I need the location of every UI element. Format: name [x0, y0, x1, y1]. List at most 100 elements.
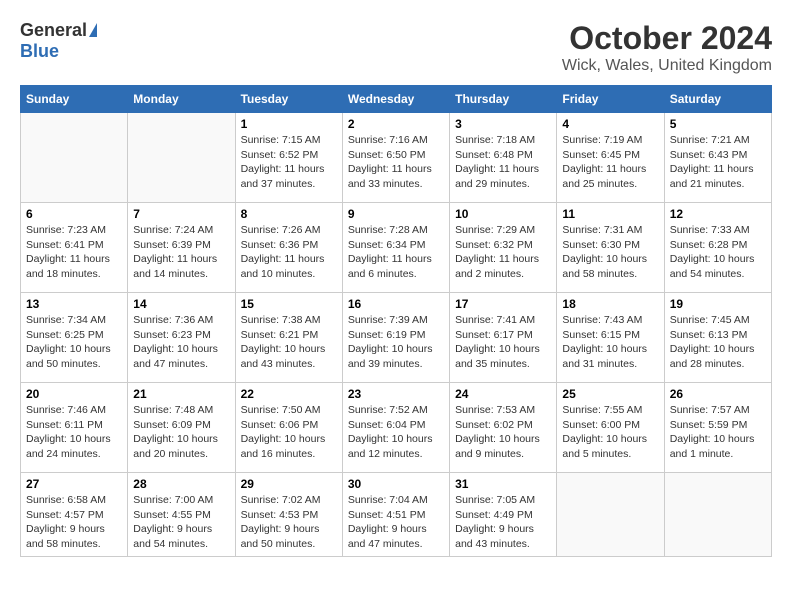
- day-number: 29: [241, 477, 337, 491]
- month-title: October 2024: [562, 20, 772, 57]
- day-info: Sunrise: 7:55 AMSunset: 6:00 PMDaylight:…: [562, 403, 658, 462]
- day-info: Sunrise: 7:39 AMSunset: 6:19 PMDaylight:…: [348, 313, 444, 372]
- calendar-cell: 16 Sunrise: 7:39 AMSunset: 6:19 PMDayligh…: [342, 293, 449, 383]
- day-number: 19: [670, 297, 766, 311]
- calendar-cell: 17 Sunrise: 7:41 AMSunset: 6:17 PMDayligh…: [450, 293, 557, 383]
- day-info: Sunrise: 7:53 AMSunset: 6:02 PMDaylight:…: [455, 403, 551, 462]
- week-row-4: 27 Sunrise: 6:58 AMSunset: 4:57 PMDayligh…: [21, 473, 772, 557]
- day-info: Sunrise: 7:52 AMSunset: 6:04 PMDaylight:…: [348, 403, 444, 462]
- calendar-cell: 12 Sunrise: 7:33 AMSunset: 6:28 PMDayligh…: [664, 203, 771, 293]
- calendar-cell: 25 Sunrise: 7:55 AMSunset: 6:00 PMDayligh…: [557, 383, 664, 473]
- logo-general-text: General: [20, 20, 87, 41]
- day-info: Sunrise: 7:33 AMSunset: 6:28 PMDaylight:…: [670, 223, 766, 282]
- calendar-cell: [21, 113, 128, 203]
- day-number: 13: [26, 297, 122, 311]
- calendar-cell: 19 Sunrise: 7:45 AMSunset: 6:13 PMDayligh…: [664, 293, 771, 383]
- day-number: 22: [241, 387, 337, 401]
- day-info: Sunrise: 7:41 AMSunset: 6:17 PMDaylight:…: [455, 313, 551, 372]
- day-info: Sunrise: 7:24 AMSunset: 6:39 PMDaylight:…: [133, 223, 229, 282]
- day-info: Sunrise: 7:28 AMSunset: 6:34 PMDaylight:…: [348, 223, 444, 282]
- day-info: Sunrise: 7:29 AMSunset: 6:32 PMDaylight:…: [455, 223, 551, 282]
- day-number: 2: [348, 117, 444, 131]
- week-row-0: 1 Sunrise: 7:15 AMSunset: 6:52 PMDaylight…: [21, 113, 772, 203]
- calendar-cell: 24 Sunrise: 7:53 AMSunset: 6:02 PMDayligh…: [450, 383, 557, 473]
- day-info: Sunrise: 7:04 AMSunset: 4:51 PMDaylight:…: [348, 493, 444, 552]
- day-info: Sunrise: 7:46 AMSunset: 6:11 PMDaylight:…: [26, 403, 122, 462]
- calendar-cell: 29 Sunrise: 7:02 AMSunset: 4:53 PMDayligh…: [235, 473, 342, 557]
- calendar-cell: 5Sunrise: 7:21 AMSunset: 6:43 PMDaylight…: [664, 113, 771, 203]
- calendar-cell: 20 Sunrise: 7:46 AMSunset: 6:11 PMDayligh…: [21, 383, 128, 473]
- header-tuesday: Tuesday: [235, 86, 342, 113]
- day-number: 27: [26, 477, 122, 491]
- week-row-3: 20 Sunrise: 7:46 AMSunset: 6:11 PMDayligh…: [21, 383, 772, 473]
- header-saturday: Saturday: [664, 86, 771, 113]
- day-info: Sunrise: 7:21 AMSunset: 6:43 PMDaylight:…: [670, 133, 766, 192]
- calendar-cell: 4 Sunrise: 7:19 AMSunset: 6:45 PMDaylight…: [557, 113, 664, 203]
- day-number: 17: [455, 297, 551, 311]
- day-info: Sunrise: 7:19 AMSunset: 6:45 PMDaylight:…: [562, 133, 658, 192]
- logo: General Blue: [20, 20, 97, 62]
- calendar-cell: 8 Sunrise: 7:26 AMSunset: 6:36 PMDaylight…: [235, 203, 342, 293]
- header-thursday: Thursday: [450, 86, 557, 113]
- day-number: 16: [348, 297, 444, 311]
- calendar-cell: 6 Sunrise: 7:23 AMSunset: 6:41 PMDaylight…: [21, 203, 128, 293]
- day-info: Sunrise: 7:26 AMSunset: 6:36 PMDaylight:…: [241, 223, 337, 282]
- day-number: 6: [26, 207, 122, 221]
- day-info: Sunrise: 7:43 AMSunset: 6:15 PMDaylight:…: [562, 313, 658, 372]
- header-wednesday: Wednesday: [342, 86, 449, 113]
- calendar-cell: 22Sunrise: 7:50 AMSunset: 6:06 PMDayligh…: [235, 383, 342, 473]
- day-number: 18: [562, 297, 658, 311]
- day-number: 8: [241, 207, 337, 221]
- calendar-cell: [664, 473, 771, 557]
- day-number: 24: [455, 387, 551, 401]
- day-info: Sunrise: 7:45 AMSunset: 6:13 PMDaylight:…: [670, 313, 766, 372]
- day-number: 25: [562, 387, 658, 401]
- day-info: Sunrise: 7:15 AMSunset: 6:52 PMDaylight:…: [241, 133, 337, 192]
- calendar-cell: 23 Sunrise: 7:52 AMSunset: 6:04 PMDayligh…: [342, 383, 449, 473]
- day-number: 7: [133, 207, 229, 221]
- calendar-cell: 27 Sunrise: 6:58 AMSunset: 4:57 PMDayligh…: [21, 473, 128, 557]
- title-area: October 2024 Wick, Wales, United Kingdom: [562, 20, 772, 75]
- day-number: 11: [562, 207, 658, 221]
- day-info: Sunrise: 6:58 AMSunset: 4:57 PMDaylight:…: [26, 493, 122, 552]
- day-info: Sunrise: 7:16 AMSunset: 6:50 PMDaylight:…: [348, 133, 444, 192]
- header-sunday: Sunday: [21, 86, 128, 113]
- day-number: 9: [348, 207, 444, 221]
- calendar-cell: 21Sunrise: 7:48 AMSunset: 6:09 PMDayligh…: [128, 383, 235, 473]
- day-number: 1: [241, 117, 337, 131]
- calendar-cell: 10 Sunrise: 7:29 AMSunset: 6:32 PMDayligh…: [450, 203, 557, 293]
- day-info: Sunrise: 7:23 AMSunset: 6:41 PMDaylight:…: [26, 223, 122, 282]
- logo-blue-text: Blue: [20, 41, 59, 62]
- day-number: 12: [670, 207, 766, 221]
- day-info: Sunrise: 7:18 AMSunset: 6:48 PMDaylight:…: [455, 133, 551, 192]
- day-number: 31: [455, 477, 551, 491]
- calendar-cell: 30 Sunrise: 7:04 AMSunset: 4:51 PMDayligh…: [342, 473, 449, 557]
- day-number: 10: [455, 207, 551, 221]
- day-number: 28: [133, 477, 229, 491]
- day-number: 15: [241, 297, 337, 311]
- day-number: 30: [348, 477, 444, 491]
- calendar-cell: 18 Sunrise: 7:43 AMSunset: 6:15 PMDayligh…: [557, 293, 664, 383]
- calendar-cell: [128, 113, 235, 203]
- calendar-cell: [557, 473, 664, 557]
- day-info: Sunrise: 7:02 AMSunset: 4:53 PMDaylight:…: [241, 493, 337, 552]
- location-text: Wick, Wales, United Kingdom: [562, 57, 772, 75]
- calendar-cell: 11Sunrise: 7:31 AMSunset: 6:30 PMDayligh…: [557, 203, 664, 293]
- day-number: 20: [26, 387, 122, 401]
- calendar-cell: 31Sunrise: 7:05 AMSunset: 4:49 PMDayligh…: [450, 473, 557, 557]
- header-friday: Friday: [557, 86, 664, 113]
- day-number: 3: [455, 117, 551, 131]
- day-info: Sunrise: 7:34 AMSunset: 6:25 PMDaylight:…: [26, 313, 122, 372]
- week-row-2: 13 Sunrise: 7:34 AMSunset: 6:25 PMDayligh…: [21, 293, 772, 383]
- day-number: 4: [562, 117, 658, 131]
- calendar-cell: 15Sunrise: 7:38 AMSunset: 6:21 PMDayligh…: [235, 293, 342, 383]
- page-header: General Blue October 2024 Wick, Wales, U…: [20, 20, 772, 75]
- calendar-header-row: SundayMondayTuesdayWednesdayThursdayFrid…: [21, 86, 772, 113]
- day-info: Sunrise: 7:48 AMSunset: 6:09 PMDaylight:…: [133, 403, 229, 462]
- header-monday: Monday: [128, 86, 235, 113]
- calendar-cell: 7 Sunrise: 7:24 AMSunset: 6:39 PMDaylight…: [128, 203, 235, 293]
- calendar-cell: 14Sunrise: 7:36 AMSunset: 6:23 PMDayligh…: [128, 293, 235, 383]
- day-number: 23: [348, 387, 444, 401]
- calendar-cell: 1 Sunrise: 7:15 AMSunset: 6:52 PMDaylight…: [235, 113, 342, 203]
- day-info: Sunrise: 7:00 AMSunset: 4:55 PMDaylight:…: [133, 493, 229, 552]
